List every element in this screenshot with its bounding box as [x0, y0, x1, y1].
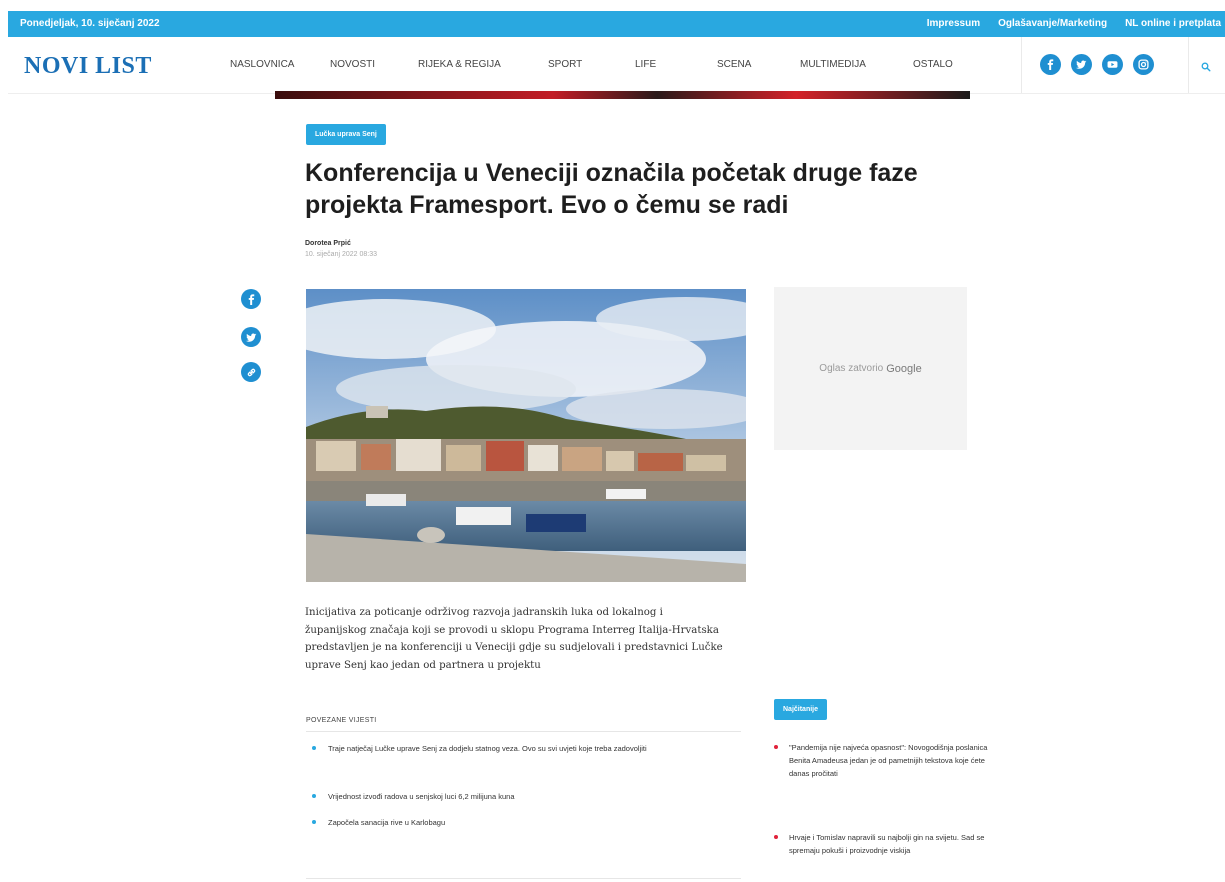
social-links — [1040, 54, 1154, 75]
instagram-icon[interactable] — [1133, 54, 1154, 75]
bullet-icon — [774, 835, 778, 839]
bullet-icon — [312, 820, 316, 824]
menu-item-novosti[interactable]: NOVOSTI — [330, 59, 375, 70]
article-photo — [306, 289, 746, 582]
bullet-icon — [312, 794, 316, 798]
menu-item-ostalo[interactable]: OSTALO — [913, 59, 953, 70]
ad-placeholder: Oglas zatvorio Google — [774, 287, 967, 450]
ad-google-label: Google — [886, 362, 922, 375]
menu-item-naslovnica[interactable]: NASLOVNICA — [230, 59, 294, 70]
related-news-title: POVEZANE VIJESTI — [306, 717, 377, 724]
link-share-icon[interactable] — [241, 362, 261, 382]
menu-item-sport[interactable]: SPORT — [548, 59, 582, 70]
top-links: Impressum Oglašavanje/Marketing NL onlin… — [927, 18, 1221, 29]
related-item[interactable]: Vrijednost izvođi radova u senjskoj luci… — [312, 790, 732, 803]
main-navigation: NOVI LIST NASLOVNICA NOVOSTI RIJEKA & RE… — [8, 37, 1225, 94]
impressum-link[interactable]: Impressum — [927, 18, 980, 29]
bullet-icon — [312, 746, 316, 750]
article-title: Konferencija u Veneciji označila početak… — [305, 159, 918, 219]
current-date: Ponedjeljak, 10. siječanj 2022 — [20, 18, 160, 29]
facebook-icon[interactable] — [1040, 54, 1061, 75]
related-item[interactable]: Započela sanacija rive u Karlobagu — [312, 816, 732, 829]
related-divider — [306, 731, 741, 732]
site-logo[interactable]: NOVI LIST — [24, 53, 152, 80]
ad-closed-text: Oglas zatvorio — [819, 363, 884, 374]
top-banner-ad[interactable] — [275, 91, 970, 99]
related-item[interactable]: Traje natječaj Lučke uprave Senj za dodj… — [312, 742, 732, 755]
menu-item-life[interactable]: LIFE — [635, 59, 656, 70]
facebook-share-icon[interactable] — [241, 289, 261, 309]
menu-item-rijeka-regija[interactable]: RIJEKA & REGIJA — [418, 59, 501, 70]
most-read-item[interactable]: Hrvaje i Tomislav napravili su najbolji … — [774, 831, 994, 857]
related-divider — [306, 878, 741, 879]
youtube-icon[interactable] — [1102, 54, 1123, 75]
advertising-link[interactable]: Oglašavanje/Marketing — [998, 18, 1107, 29]
menu-item-multimedija[interactable]: MULTIMEDIJA — [800, 59, 866, 70]
twitter-icon[interactable] — [1071, 54, 1092, 75]
nav-divider — [1188, 37, 1189, 93]
twitter-share-icon[interactable] — [241, 327, 261, 347]
top-bar: Ponedjeljak, 10. siječanj 2022 Impressum… — [8, 11, 1225, 37]
nav-divider — [1021, 37, 1022, 93]
most-read-item[interactable]: "Pandemija nije najveća opasnost": Novog… — [774, 741, 994, 780]
article-author[interactable]: Dorotea Prpić — [305, 240, 351, 247]
bullet-icon — [774, 745, 778, 749]
search-icon[interactable] — [1201, 59, 1211, 77]
menu-item-scena[interactable]: SCENA — [717, 59, 751, 70]
most-read-tag[interactable]: Najčitanije — [774, 699, 828, 720]
category-tag[interactable]: Lučka uprava Senj — [306, 124, 386, 145]
subscription-link[interactable]: NL online i pretplata — [1125, 18, 1221, 29]
article-lead: Inicijativa za poticanje održivog razvoj… — [305, 607, 723, 671]
article-date: 10. siječanj 2022 08:33 — [305, 251, 377, 258]
